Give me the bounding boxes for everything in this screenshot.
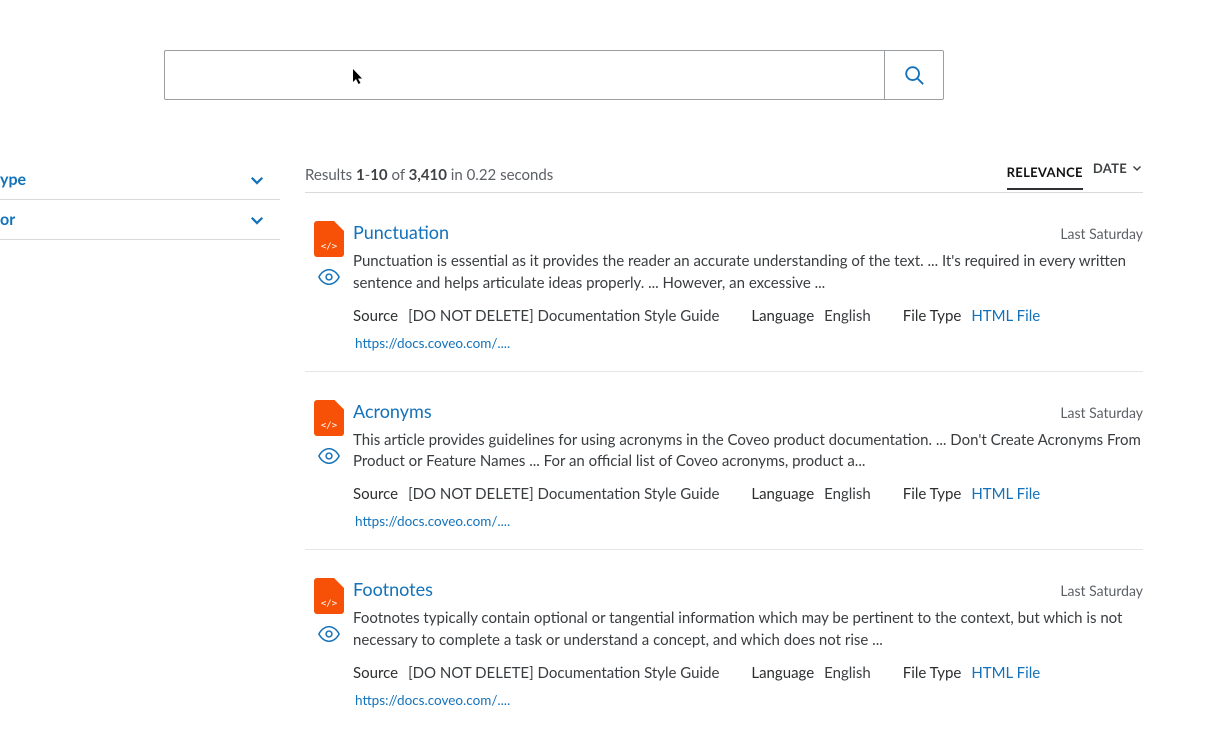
meta-language: Language English [751, 307, 870, 325]
meta-source-label: Source [353, 307, 398, 325]
summary-time-prefix: in [447, 166, 467, 184]
chevron-down-icon [248, 171, 266, 189]
facet-sidebar: ype or [0, 160, 280, 728]
result-date: Last Saturday [1060, 404, 1143, 421]
result-icon-column: </> [305, 221, 353, 351]
chevron-down-icon [1131, 162, 1143, 174]
meta-source-label: Source [353, 485, 398, 503]
result-url[interactable]: https://docs.coveo.com/.... [355, 513, 1143, 529]
summary-time: 0.22 seconds [467, 166, 554, 184]
meta-source: Source [DO NOT DELETE] Documentation Sty… [353, 307, 719, 325]
result-item: </> Punctuation Last Saturday Punctuatio… [305, 193, 1143, 372]
quickview-button[interactable] [318, 448, 340, 468]
html-file-icon: </> [314, 578, 344, 614]
result-body: Footnotes Last Saturday Footnotes typica… [353, 578, 1143, 708]
meta-language-label: Language [751, 664, 814, 682]
result-meta: Source [DO NOT DELETE] Documentation Sty… [353, 485, 1143, 503]
result-url[interactable]: https://docs.coveo.com/.... [355, 692, 1143, 708]
result-header: Acronyms Last Saturday [353, 400, 1143, 422]
meta-filetype-value[interactable]: HTML File [971, 485, 1040, 503]
meta-filetype-value[interactable]: HTML File [971, 307, 1040, 325]
results-list: </> Punctuation Last Saturday Punctuatio… [305, 193, 1143, 728]
facet-author[interactable]: or [0, 200, 280, 240]
result-title[interactable]: Punctuation [353, 221, 449, 243]
facet-label: ype [0, 170, 26, 189]
result-meta: Source [DO NOT DELETE] Documentation Sty… [353, 664, 1143, 682]
meta-filetype: File Type HTML File [903, 664, 1040, 682]
facet-type[interactable]: ype [0, 160, 280, 200]
result-title[interactable]: Footnotes [353, 578, 433, 600]
result-item: </> Acronyms Last Saturday This article … [305, 372, 1143, 551]
result-icon-column: </> [305, 578, 353, 708]
meta-filetype-label: File Type [903, 485, 962, 503]
sort-date[interactable]: DATE [1093, 160, 1143, 184]
search-icon [903, 64, 925, 86]
result-header: Footnotes Last Saturday [353, 578, 1143, 600]
result-excerpt: Punctuation is essential as it provides … [353, 251, 1143, 295]
results-topbar: Results 1-10 of 3,410 in 0.22 seconds RE… [305, 160, 1143, 193]
search-row [164, 50, 944, 100]
search-button[interactable] [884, 50, 944, 100]
result-item: </> Footnotes Last Saturday Footnotes ty… [305, 550, 1143, 728]
search-input[interactable] [164, 50, 884, 100]
meta-source-value: [DO NOT DELETE] Documentation Style Guid… [408, 485, 719, 503]
file-icon-code: </> [321, 599, 337, 609]
summary-prefix: Results [305, 166, 356, 184]
meta-filetype-label: File Type [903, 307, 962, 325]
result-date: Last Saturday [1060, 582, 1143, 599]
result-url[interactable]: https://docs.coveo.com/.... [355, 335, 1143, 351]
summary-of: of [388, 166, 409, 184]
meta-source: Source [DO NOT DELETE] Documentation Sty… [353, 664, 719, 682]
file-icon-code: </> [321, 421, 337, 431]
html-file-icon: </> [314, 221, 344, 257]
meta-language-label: Language [751, 485, 814, 503]
result-body: Acronyms Last Saturday This article prov… [353, 400, 1143, 530]
chevron-down-icon [248, 211, 266, 229]
file-icon-code: </> [321, 242, 337, 252]
facet-label: or [0, 210, 15, 229]
sort-options: RELEVANCE DATE [1007, 160, 1143, 184]
meta-filetype: File Type HTML File [903, 307, 1040, 325]
quickview-button[interactable] [318, 626, 340, 646]
summary-total: 3,410 [409, 166, 447, 184]
result-excerpt: Footnotes typically contain optional or … [353, 608, 1143, 652]
summary-to: 10 [370, 166, 387, 184]
sort-date-label: DATE [1093, 160, 1127, 176]
meta-source-value: [DO NOT DELETE] Documentation Style Guid… [408, 307, 719, 325]
result-header: Punctuation Last Saturday [353, 221, 1143, 243]
meta-filetype-label: File Type [903, 664, 962, 682]
meta-source-label: Source [353, 664, 398, 682]
result-icon-column: </> [305, 400, 353, 530]
result-excerpt: This article provides guidelines for usi… [353, 430, 1143, 474]
meta-filetype: File Type HTML File [903, 485, 1040, 503]
meta-source: Source [DO NOT DELETE] Documentation Sty… [353, 485, 719, 503]
result-title[interactable]: Acronyms [353, 400, 432, 422]
meta-language: Language English [751, 664, 870, 682]
result-date: Last Saturday [1060, 225, 1143, 242]
content-area: ype or Results 1-10 of 3,410 in 0.22 sec… [0, 160, 1218, 728]
meta-filetype-value[interactable]: HTML File [971, 664, 1040, 682]
meta-language-label: Language [751, 307, 814, 325]
sort-relevance[interactable]: RELEVANCE [1007, 164, 1083, 190]
result-body: Punctuation Last Saturday Punctuation is… [353, 221, 1143, 351]
meta-language-value: English [824, 307, 871, 325]
meta-language-value: English [824, 664, 871, 682]
results-main: Results 1-10 of 3,410 in 0.22 seconds RE… [280, 160, 1218, 728]
result-meta: Source [DO NOT DELETE] Documentation Sty… [353, 307, 1143, 325]
sort-relevance-label: RELEVANCE [1007, 164, 1083, 180]
meta-language-value: English [824, 485, 871, 503]
results-summary: Results 1-10 of 3,410 in 0.22 seconds [305, 166, 553, 184]
meta-source-value: [DO NOT DELETE] Documentation Style Guid… [408, 664, 719, 682]
search-area [164, 0, 1218, 100]
quickview-button[interactable] [318, 269, 340, 289]
html-file-icon: </> [314, 400, 344, 436]
summary-from: 1 [356, 166, 365, 184]
meta-language: Language English [751, 485, 870, 503]
